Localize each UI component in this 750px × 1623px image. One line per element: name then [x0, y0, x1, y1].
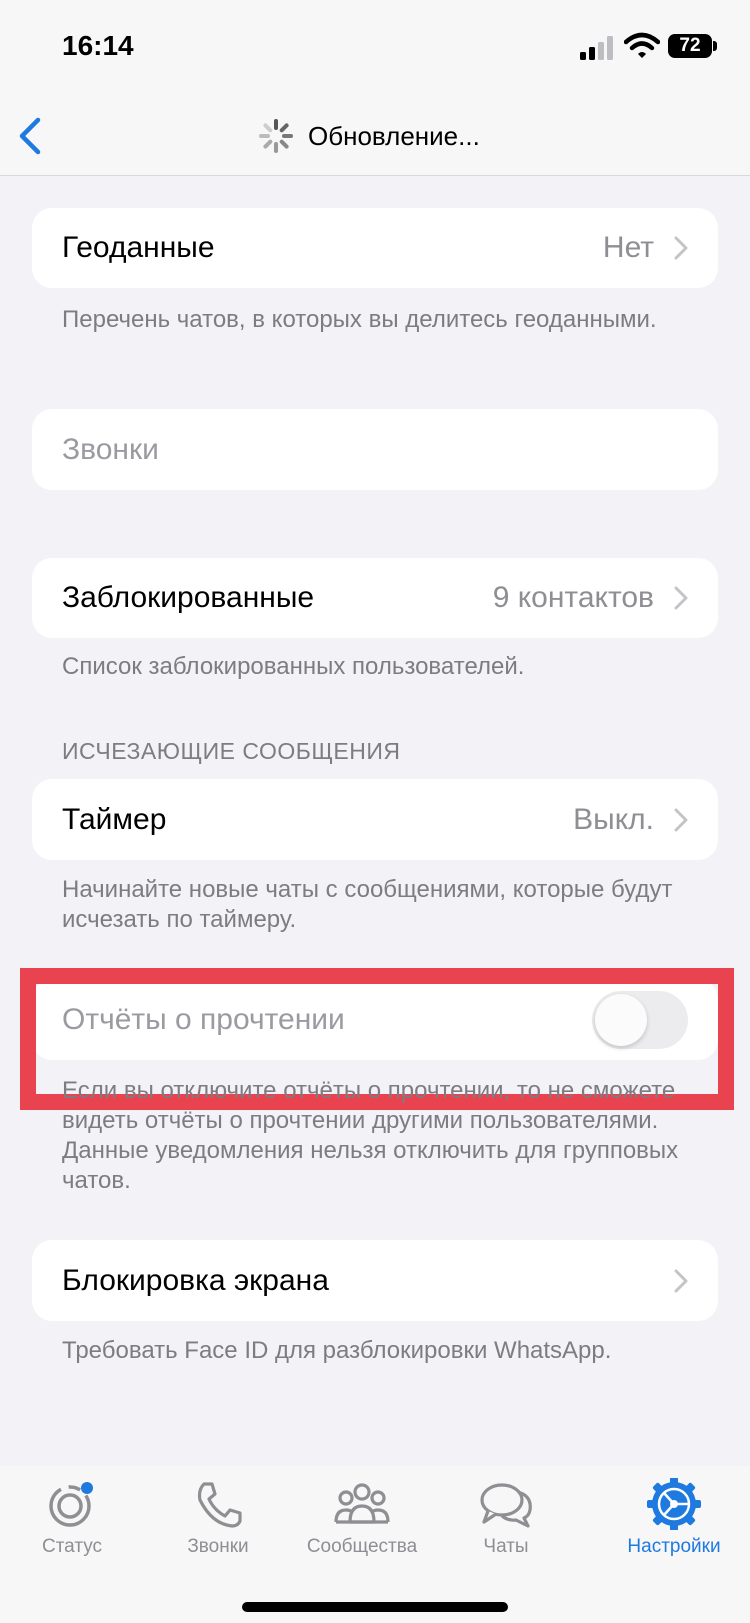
toggle-knob [595, 993, 647, 1046]
nav-title: Обновление... [308, 120, 480, 151]
tab-chats-label: Чаты [483, 1536, 529, 1557]
tab-status[interactable]: Статус [2, 1478, 142, 1578]
chevron-right-icon [674, 236, 688, 260]
timer-label: Таймер [62, 802, 167, 836]
status-time: 16:14 [62, 30, 134, 61]
blocked-label: Заблокированные [62, 581, 315, 614]
read-receipts-label: Отчёты о прочтении [62, 1002, 345, 1036]
tab-communities[interactable]: Сообщества [292, 1478, 432, 1578]
cellular-signal-icon [580, 36, 613, 60]
back-chevron-icon[interactable] [14, 114, 50, 158]
timer-footnote: Начинайте новые чаты с сообщениями, кото… [62, 876, 673, 933]
home-indicator [242, 1602, 508, 1612]
tab-calls-label: Звонки [187, 1536, 249, 1557]
chats-icon [480, 1483, 532, 1528]
tab-bar: Статус Звонки Сообщества Чаты Настройки [0, 1466, 750, 1623]
blocked-value: 9 контактов [492, 581, 654, 614]
chevron-right-icon [674, 1269, 688, 1292]
geodata-label: Геоданные [62, 231, 215, 264]
tab-chats[interactable]: Чаты [436, 1478, 576, 1578]
calls-label: Звонки [62, 432, 159, 466]
chevron-right-icon [674, 586, 688, 610]
tab-communities-label: Сообщества [306, 1536, 418, 1557]
timer-value: Выкл. [573, 802, 654, 836]
timer-row[interactable]: Таймер Выкл. [32, 779, 718, 860]
screen-lock-label: Блокировка экрана [62, 1263, 329, 1297]
read-receipts-row[interactable]: Отчёты о прочтении [32, 979, 718, 1060]
nav-title-group: Обновление... [258, 116, 480, 156]
tab-status-label: Статус [41, 1536, 103, 1557]
wifi-icon [624, 32, 660, 58]
tab-settings-label: Настройки [627, 1536, 721, 1557]
read-receipts-toggle[interactable] [592, 990, 688, 1049]
battery-tip [713, 41, 717, 51]
phone-icon [197, 1482, 242, 1528]
disappearing-section-header: ИСЧЕЗАЮЩИЕ СООБЩЕНИЯ [62, 738, 401, 764]
blocked-contacts-row[interactable]: Заблокированные 9 контактов [32, 558, 718, 638]
battery-indicator: 72 [668, 34, 712, 58]
tab-calls[interactable]: Звонки [148, 1478, 288, 1578]
communities-icon [334, 1483, 390, 1524]
screen-lock-footnote: Требовать Face ID для разблокировки What… [62, 1337, 612, 1364]
status-icon [49, 1482, 93, 1527]
navigation-bar: Обновление... [0, 96, 750, 176]
loading-spinner-icon [259, 119, 293, 153]
geodata-footnote: Перечень чатов, в которых вы делитесь ге… [62, 306, 657, 333]
screen-lock-row[interactable]: Блокировка экрана [32, 1240, 718, 1321]
settings-gear-icon [647, 1478, 701, 1530]
tab-settings[interactable]: Настройки [604, 1478, 744, 1578]
calls-row[interactable]: Звонки [32, 409, 718, 490]
geodata-row[interactable]: Геоданные Нет [32, 208, 718, 288]
geodata-value: Нет [602, 231, 654, 264]
chevron-right-icon [674, 808, 688, 831]
blocked-footnote: Список заблокированных пользователей. [62, 653, 525, 680]
status-bar: 16:14 72 [0, 0, 750, 96]
read-receipts-footnote: Если вы отключите отчёты о прочтении, то… [62, 1077, 679, 1194]
